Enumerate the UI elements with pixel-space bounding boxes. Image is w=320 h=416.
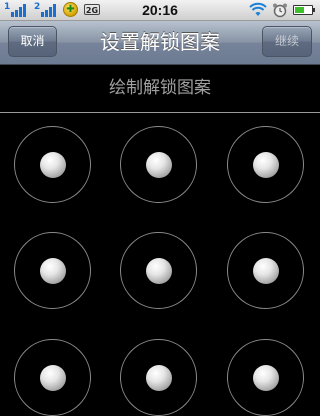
status-bar: 1 2 ✚ 2G 20:16 bbox=[0, 0, 320, 21]
sim-icon: 2G bbox=[84, 4, 100, 15]
pattern-node[interactable] bbox=[227, 232, 304, 309]
page-title: 设置解锁图案 bbox=[100, 30, 220, 54]
pattern-instruction: 绘制解锁图案 bbox=[109, 78, 211, 98]
alarm-icon bbox=[273, 3, 287, 18]
wifi-icon bbox=[249, 2, 267, 16]
pattern-dot bbox=[145, 364, 172, 391]
pattern-dot bbox=[252, 151, 279, 178]
pattern-dot bbox=[145, 257, 172, 284]
sim2-label: 2 bbox=[34, 2, 41, 12]
title-bar: 取消 设置解锁图案 继续 bbox=[0, 21, 320, 65]
pattern-dot bbox=[39, 151, 66, 178]
pattern-dot bbox=[39, 257, 66, 284]
pattern-node[interactable] bbox=[227, 126, 304, 203]
pattern-node[interactable] bbox=[227, 339, 304, 416]
cancel-button[interactable]: 取消 bbox=[8, 26, 57, 57]
status-time: 20:16 bbox=[142, 2, 178, 18]
pattern-dot bbox=[252, 364, 279, 391]
pattern-node[interactable] bbox=[120, 126, 197, 203]
sim1-label: 1 bbox=[4, 2, 11, 12]
continue-button[interactable]: 继续 bbox=[262, 26, 312, 57]
pattern-node[interactable] bbox=[14, 232, 91, 309]
pattern-node[interactable] bbox=[14, 126, 91, 203]
signal-icon: 1 bbox=[4, 3, 30, 17]
pattern-dot bbox=[252, 257, 279, 284]
pattern-node[interactable] bbox=[14, 339, 91, 416]
pattern-node[interactable] bbox=[120, 339, 197, 416]
pattern-node[interactable] bbox=[120, 232, 197, 309]
battery-icon bbox=[293, 5, 315, 15]
app-notification-icon: ✚ bbox=[63, 2, 78, 17]
signal-icon: 2 bbox=[34, 3, 60, 17]
pattern-dot bbox=[39, 364, 66, 391]
pattern-dot bbox=[145, 151, 172, 178]
divider bbox=[0, 112, 320, 113]
